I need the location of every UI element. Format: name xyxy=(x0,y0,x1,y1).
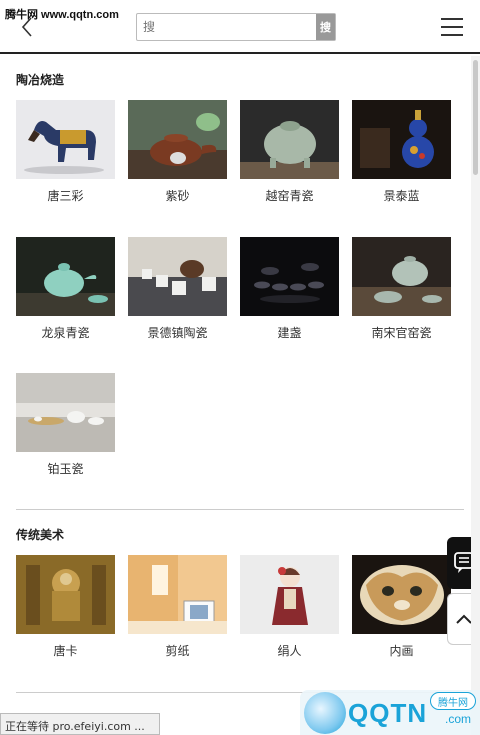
category-tile[interactable]: 景泰蓝 xyxy=(352,100,451,204)
search-box: 搜 xyxy=(136,13,336,41)
chevron-up-icon xyxy=(456,614,472,624)
scrollbar-thumb[interactable] xyxy=(473,60,478,175)
category-label: 景德镇陶瓷 xyxy=(147,326,208,340)
category-tile[interactable]: 唐三彩 xyxy=(16,100,115,204)
section-title-ceramics: 陶冶烧造 xyxy=(16,73,65,87)
category-tile[interactable]: 越窑青瓷 xyxy=(240,100,339,204)
boyu-porcelain-image xyxy=(16,373,115,452)
jianzhan-image xyxy=(240,237,339,316)
category-label: 南宋官窑瓷 xyxy=(371,326,432,340)
page: 腾牛网 www.qqtn.com 搜 陶冶烧造 唐三彩 紫砂 越窑青瓷 xyxy=(0,0,480,735)
menu-icon[interactable] xyxy=(441,18,463,36)
logo-suffix: .com xyxy=(445,712,472,726)
category-label: 唐卡 xyxy=(53,644,78,658)
top-navigation-bar: 腾牛网 www.qqtn.com 搜 xyxy=(0,0,480,54)
category-tile[interactable]: 建盏 xyxy=(240,237,339,341)
thangka-image xyxy=(16,555,115,634)
category-label: 绢人 xyxy=(277,644,302,658)
logo-emblem-icon xyxy=(304,692,346,734)
logo-text: QQTN xyxy=(348,698,428,728)
paper-cutting-image xyxy=(128,555,227,634)
silk-figurine-image xyxy=(240,555,339,634)
category-tile[interactable]: 紫砂 xyxy=(128,100,227,204)
category-tile[interactable]: 绢人 xyxy=(240,555,339,659)
category-label: 内画 xyxy=(389,644,414,658)
southern-song-guanyao-image xyxy=(352,237,451,316)
category-tile[interactable]: 南宋官窑瓷 xyxy=(352,237,451,341)
search-button[interactable]: 搜 xyxy=(316,14,335,40)
category-label: 越窑青瓷 xyxy=(265,189,314,203)
longquan-celadon-image xyxy=(16,237,115,316)
category-label: 建盏 xyxy=(277,326,302,340)
chevron-left-icon xyxy=(21,17,32,37)
category-tile[interactable]: 铂玉瓷 xyxy=(16,373,115,477)
inside-painting-image xyxy=(352,555,451,634)
tang-sancai-image xyxy=(16,100,115,179)
category-tile[interactable]: 剪纸 xyxy=(128,555,227,659)
category-label: 唐三彩 xyxy=(47,189,84,203)
cloisonne-image xyxy=(352,100,451,179)
back-button[interactable] xyxy=(16,16,38,38)
logo-badge: 腾牛网 xyxy=(430,692,476,710)
category-tile[interactable]: 内画 xyxy=(352,555,451,659)
browser-status-bar: 正在等待 pro.efeiyi.com ... xyxy=(0,713,160,735)
category-label: 紫砂 xyxy=(165,189,190,203)
category-label: 龙泉青瓷 xyxy=(41,326,90,340)
search-input[interactable] xyxy=(137,14,317,40)
yueyao-celadon-image xyxy=(240,100,339,179)
category-tile[interactable]: 唐卡 xyxy=(16,555,115,659)
jingdezhen-ceramics-image xyxy=(128,237,227,316)
qqtn-logo: QQTN .com 腾牛网 xyxy=(300,690,480,735)
section-divider xyxy=(16,509,464,510)
category-tile[interactable]: 龙泉青瓷 xyxy=(16,237,115,341)
category-tile[interactable]: 景德镇陶瓷 xyxy=(128,237,227,341)
category-label: 景泰蓝 xyxy=(383,189,420,203)
section-title-traditional-art: 传统美术 xyxy=(16,528,65,542)
zisha-teapot-image xyxy=(128,100,227,179)
category-label: 铂玉瓷 xyxy=(47,462,84,476)
category-label: 剪纸 xyxy=(165,644,190,658)
